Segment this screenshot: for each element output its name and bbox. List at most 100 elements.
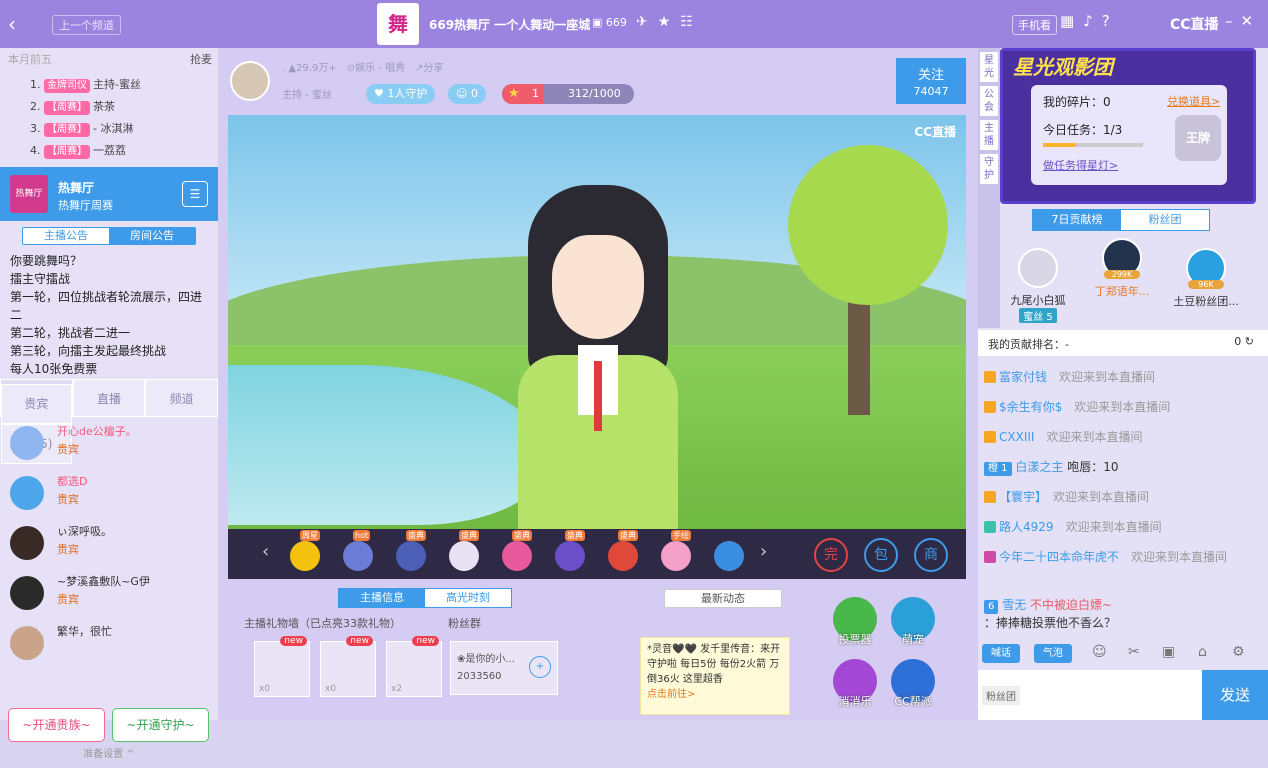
- rank-item[interactable]: 2. 【周赛】 茶茶: [0, 96, 218, 118]
- close-icon[interactable]: ✕: [1241, 12, 1262, 30]
- side-tab[interactable]: 星光: [980, 52, 998, 82]
- chat-user[interactable]: 雪无: [1002, 598, 1026, 612]
- news-card[interactable]: *灵音🖤🖤 发千里传音：来开守护啦 每日5份 每份2火箭 万倒36火 这里超香 …: [640, 637, 790, 715]
- right-panel: 星光 公会 主播 守护 星光观影团 我的碎片：0 兑换道具> 今日任务：1/3 …: [978, 48, 1268, 720]
- side-tab[interactable]: 守护: [980, 154, 998, 184]
- share-button[interactable]: 分享: [423, 63, 443, 74]
- window-controls: –✕: [1225, 12, 1261, 30]
- rank-item[interactable]: 3. 【周赛】 - 冰淇淋: [0, 118, 218, 140]
- tab-fan-group[interactable]: 粉丝团: [1121, 210, 1209, 230]
- follow-button[interactable]: 关注 74047: [896, 58, 966, 104]
- list-item[interactable]: 繁华，很忙: [0, 620, 218, 670]
- image-icon[interactable]: ▣: [1162, 644, 1175, 660]
- tab-anchor-notice[interactable]: 主播公告: [23, 228, 109, 244]
- chat-user[interactable]: 路人4929: [999, 520, 1054, 534]
- menu-icon[interactable]: ☰: [182, 181, 208, 207]
- users-icon[interactable]: ☷: [680, 14, 703, 30]
- side-tab[interactable]: 主播: [980, 120, 998, 150]
- rank-item[interactable]: 4. 【周赛】 一荔荔: [0, 140, 218, 162]
- gift-item[interactable]: hot: [339, 530, 377, 573]
- gift-item[interactable]: 盛典: [551, 530, 589, 573]
- match-game-button[interactable]: 消消乐: [830, 659, 880, 719]
- list-item[interactable]: ~梦溪鑫敷队~G伊 贵宾: [0, 570, 218, 620]
- help-icon[interactable]: ?: [1102, 12, 1119, 30]
- star-icon[interactable]: ★: [658, 14, 681, 30]
- fan-group-tag[interactable]: 粉丝团: [982, 686, 1020, 705]
- news-link[interactable]: 点击前往>: [647, 689, 695, 700]
- gift-wall-item[interactable]: new x2: [386, 636, 442, 697]
- contributor-3[interactable]: 96K 土豆粉丝团...: [1166, 248, 1246, 309]
- list-item[interactable]: 开心de公檀子。 贵宾: [0, 420, 218, 470]
- chat-user[interactable]: 白漾之主: [1015, 460, 1063, 474]
- event-banner[interactable]: 星光观影团 我的碎片：0 兑换道具> 今日任务：1/3 做任务得星灯> 王牌: [1000, 48, 1256, 204]
- settings-button[interactable]: 准备设置 ^: [0, 745, 218, 768]
- gift-item[interactable]: 盛典: [392, 530, 430, 573]
- tab-live[interactable]: 直播: [72, 379, 146, 417]
- tab-channel[interactable]: 频道: [145, 379, 219, 417]
- tab-guests[interactable]: 贵宾(455): [0, 379, 73, 464]
- open-guard-button[interactable]: ~开通守护~: [112, 708, 209, 742]
- do-task-link[interactable]: 做任务得星灯>: [1043, 157, 1118, 173]
- grid-icon[interactable]: ▦: [1060, 12, 1083, 30]
- gift-wall-item[interactable]: new x0: [254, 636, 310, 697]
- list-item[interactable]: 都选D 贵宾: [0, 470, 218, 520]
- add-icon[interactable]: +: [529, 656, 551, 678]
- info-tabs: 主播信息 高光时刻: [338, 588, 512, 608]
- latest-news-button[interactable]: 最新动态: [664, 589, 782, 608]
- pet-button[interactable]: 萌宠: [888, 597, 938, 657]
- gift-item[interactable]: [710, 535, 748, 573]
- contributor-1[interactable]: 299K 丁郑语年...: [1082, 238, 1162, 299]
- tab-7day-rank[interactable]: 7日贡献榜: [1033, 210, 1121, 230]
- refresh-icon[interactable]: ↻: [1245, 335, 1254, 348]
- gift-wall-item[interactable]: new x0: [320, 636, 376, 697]
- guard-button[interactable]: ♥ 1人守护: [366, 84, 436, 104]
- bell-icon[interactable]: ♪: [1083, 12, 1102, 30]
- anchor-avatar[interactable]: [230, 61, 270, 101]
- plane-icon[interactable]: ✈: [636, 14, 658, 30]
- exchange-link[interactable]: 兑换道具>: [1167, 93, 1220, 109]
- emoji-icon[interactable]: ☺: [1092, 644, 1107, 660]
- shout-button[interactable]: 喊话: [982, 644, 1020, 663]
- back-arrow-icon[interactable]: ‹: [8, 12, 16, 36]
- video-player[interactable]: CC直播: [228, 115, 966, 529]
- gift-item[interactable]: 盛典: [604, 530, 642, 573]
- chat-user[interactable]: 今年二十四本命年虎不: [999, 550, 1119, 564]
- tab-anchor-info[interactable]: 主播信息: [339, 589, 425, 607]
- grab-mic-button[interactable]: 抢麦: [190, 48, 212, 72]
- fan-group-card[interactable]: ❀是你的小... 2033560 +: [450, 641, 558, 695]
- tab-room-notice[interactable]: 房间公告: [109, 228, 195, 244]
- gift-next-icon[interactable]: ›: [760, 541, 767, 562]
- shop-icon[interactable]: 商: [914, 538, 948, 572]
- chat-input-box[interactable]: 粉丝团 发送: [978, 670, 1268, 720]
- bag-icon[interactable]: 包: [864, 538, 898, 572]
- chat-user[interactable]: $余生有你$: [999, 400, 1062, 414]
- bubble-button[interactable]: 气泡: [1034, 644, 1072, 663]
- chat-user[interactable]: CXXIII: [999, 430, 1034, 444]
- channel-card[interactable]: 热舞厅 热舞厅 热舞厅周赛 ☰: [0, 167, 218, 221]
- contributor-2[interactable]: 九尾小白狐 蜜丝 5: [998, 248, 1078, 323]
- vote-button[interactable]: 投票器: [830, 597, 880, 657]
- rank-item[interactable]: 1. 金牌司仪 主持-蜜丝: [0, 74, 218, 96]
- open-noble-button[interactable]: ~开通贵族~: [8, 708, 105, 742]
- scissors-icon[interactable]: ✂: [1128, 644, 1140, 660]
- complete-icon[interactable]: 完: [814, 538, 848, 572]
- gift-item[interactable]: 盛典: [445, 530, 483, 573]
- fans-button[interactable]: ☺ 0: [448, 84, 486, 104]
- chat-user[interactable]: 富家付钱: [999, 370, 1047, 384]
- gift-item[interactable]: 手绘: [657, 530, 695, 573]
- chat-user[interactable]: 【寰宇】: [999, 490, 1041, 504]
- list-item[interactable]: ぃ深呼吸。 贵宾: [0, 520, 218, 570]
- mobile-watch-button[interactable]: 手机看: [1012, 15, 1057, 35]
- category[interactable]: 娱乐 - 唱秀: [355, 63, 405, 74]
- send-button[interactable]: 发送: [1202, 670, 1268, 720]
- settings-icon[interactable]: ⚙: [1232, 644, 1245, 660]
- tab-highlights[interactable]: 高光时刻: [425, 589, 511, 607]
- minimize-icon[interactable]: –: [1225, 12, 1241, 30]
- gift-item[interactable]: 盛典: [498, 530, 536, 573]
- prev-channel-button[interactable]: 上一个频道: [52, 15, 121, 35]
- lock-icon[interactable]: ⌂: [1198, 644, 1207, 660]
- gift-item[interactable]: 周星: [286, 530, 324, 573]
- gift-prev-icon[interactable]: ‹: [262, 541, 269, 562]
- cc-gang-button[interactable]: CC帮派: [888, 659, 938, 719]
- side-tab[interactable]: 公会: [980, 86, 998, 116]
